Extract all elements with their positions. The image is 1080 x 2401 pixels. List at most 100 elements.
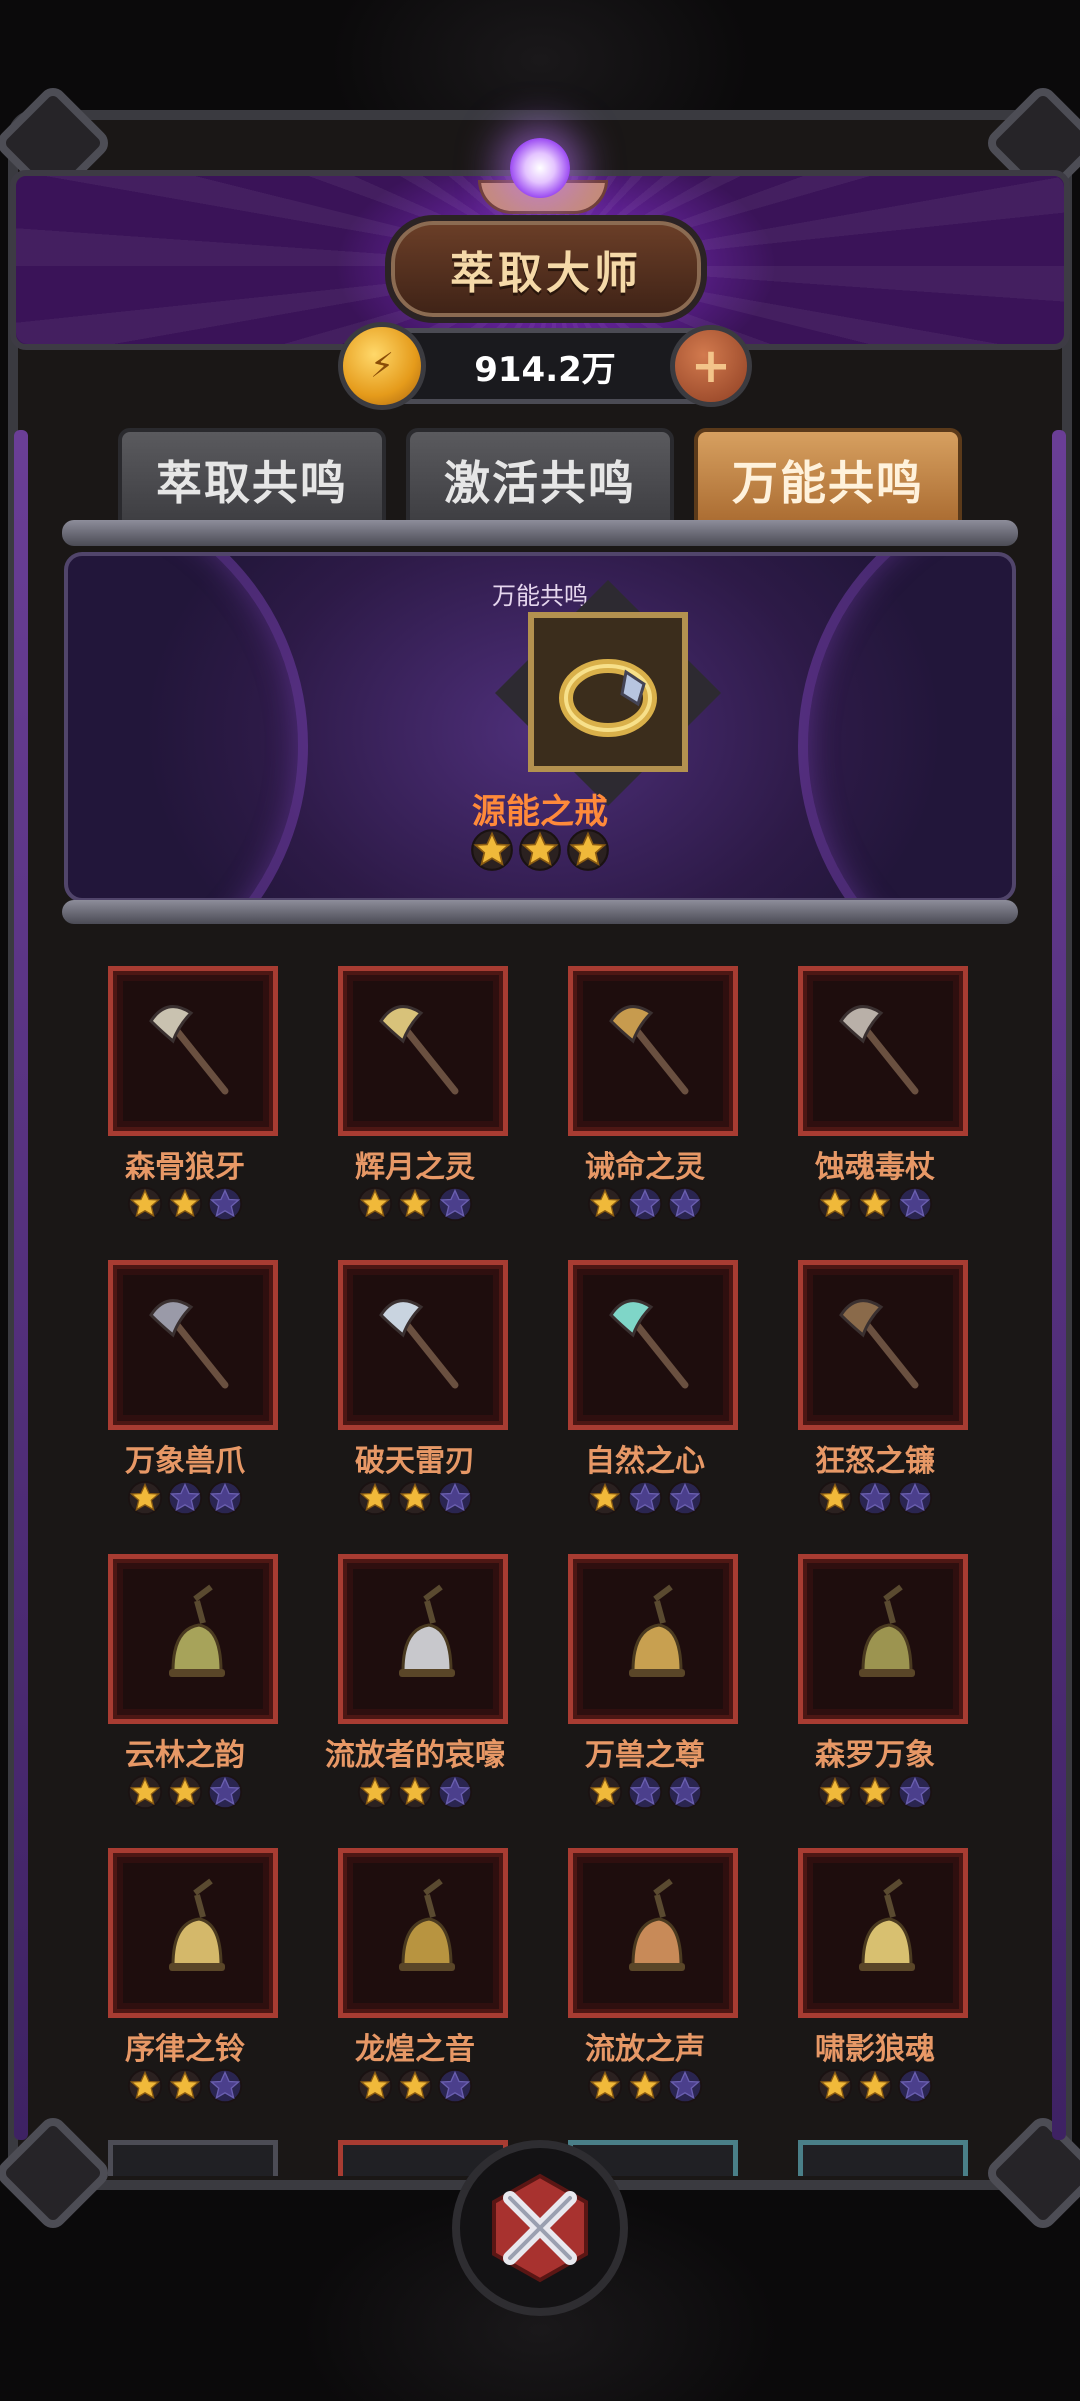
item-card[interactable]: 龙煌之音 <box>300 1832 530 2126</box>
item-slot[interactable] <box>338 1260 508 1430</box>
item-card[interactable]: 自然之心 <box>530 1244 760 1538</box>
item-card[interactable]: 辉月之灵 <box>300 950 530 1244</box>
tab-bar: 萃取共鸣 激活共鸣 万能共鸣 <box>118 428 962 532</box>
ring-icon <box>559 659 657 737</box>
star-filled-icon <box>397 1186 433 1222</box>
item-card[interactable]: 破天雷刃 <box>300 1244 530 1538</box>
item-card[interactable]: 万兽之尊 <box>530 1538 760 1832</box>
star-empty-icon <box>897 1186 933 1222</box>
tab-extract-resonance[interactable]: 萃取共鸣 <box>118 428 386 532</box>
star-filled-icon <box>397 1480 433 1516</box>
item-card[interactable]: 蚀魂毒杖 <box>760 950 990 1244</box>
item-card[interactable]: 森骨狼牙 <box>70 950 300 1244</box>
item-stars <box>760 2068 990 2104</box>
item-slot[interactable] <box>798 1554 968 1724</box>
featured-stars <box>68 828 1012 872</box>
item-stars <box>300 1186 530 1222</box>
star-filled-icon <box>587 1186 623 1222</box>
tab-universal-resonance[interactable]: 万能共鸣 <box>694 428 962 532</box>
featured-item-slot[interactable] <box>528 612 688 772</box>
featured-item-name: 源能之戒 <box>472 792 608 832</box>
item-card[interactable]: 流放者的哀嚎 <box>300 1538 530 1832</box>
item-stars <box>530 1774 760 1810</box>
item-stars <box>760 1774 990 1810</box>
star-empty-icon <box>437 2068 473 2104</box>
scythe-icon <box>839 1299 919 1389</box>
item-stars <box>300 1480 530 1516</box>
item-name: 辉月之灵 <box>355 1150 475 1185</box>
item-name: 云林之韵 <box>125 1738 245 1773</box>
bone-axe-icon <box>149 1005 229 1095</box>
star-empty-icon <box>897 1774 933 1810</box>
star-filled-icon <box>127 1480 163 1516</box>
item-slot[interactable] <box>108 1260 278 1430</box>
star-filled-icon <box>127 2068 163 2104</box>
item-card[interactable]: 序律之铃 <box>70 1832 300 2126</box>
item-slot[interactable] <box>338 966 508 1136</box>
star-empty-icon <box>897 2068 933 2104</box>
dragon-bell-icon <box>399 1878 455 1971</box>
star-empty-icon <box>437 1480 473 1516</box>
item-card[interactable]: 云林之韵 <box>70 1538 300 1832</box>
item-card[interactable]: 万象兽爪 <box>70 1244 300 1538</box>
item-stars <box>530 2068 760 2104</box>
add-currency-button[interactable]: + <box>670 325 752 407</box>
star-empty-icon <box>667 1480 703 1516</box>
order-bell-icon <box>169 1878 225 1971</box>
item-grid: 森骨狼牙 辉月之灵 诫命之灵 蚀魂毒杖万象兽爪 破天雷刃 自然之心 狂怒之镰云林之韵 流放者的… <box>70 950 1010 2126</box>
star-empty-icon <box>667 1774 703 1810</box>
star-empty-icon <box>667 2068 703 2104</box>
tab-activate-resonance[interactable]: 激活共鸣 <box>406 428 674 532</box>
item-stars <box>760 1480 990 1516</box>
star-empty-icon <box>167 1480 203 1516</box>
star-filled-icon <box>587 2068 623 2104</box>
star-empty-icon <box>207 2068 243 2104</box>
item-slot[interactable] <box>568 966 738 1136</box>
item-card[interactable]: 流放之声 <box>530 1832 760 2126</box>
star-filled-icon <box>587 1774 623 1810</box>
star-empty-icon <box>207 1186 243 1222</box>
star-filled-icon <box>357 1774 393 1810</box>
star-empty-icon <box>207 1480 243 1516</box>
item-slot[interactable] <box>568 1260 738 1430</box>
divider-top <box>62 520 1018 546</box>
star-filled-icon <box>357 1480 393 1516</box>
title-plate: 萃取大师 <box>385 215 707 323</box>
page-title: 萃取大师 <box>450 248 642 299</box>
close-button[interactable] <box>452 2140 628 2316</box>
item-slot[interactable] <box>798 1260 968 1430</box>
item-stars <box>300 2068 530 2104</box>
star-empty-icon <box>627 1186 663 1222</box>
star-empty-icon <box>437 1186 473 1222</box>
star-filled-icon <box>817 1186 853 1222</box>
item-slot[interactable] <box>798 1848 968 2018</box>
item-card[interactable]: 诫命之灵 <box>530 950 760 1244</box>
item-card[interactable]: 狂怒之镰 <box>760 1244 990 1538</box>
item-name: 万象兽爪 <box>125 1444 245 1479</box>
item-slot[interactable] <box>338 1848 508 2018</box>
currency-amount: 914.2万 <box>474 349 616 390</box>
star-filled-icon <box>397 2068 433 2104</box>
star-filled-icon <box>817 2068 853 2104</box>
item-card[interactable]: 森罗万象 <box>760 1538 990 1832</box>
item-slot[interactable] <box>798 966 968 1136</box>
star-filled-icon <box>127 1186 163 1222</box>
skull-staff-icon <box>839 1005 919 1095</box>
featured-panel: 万能共鸣 源能之戒 <box>64 552 1016 902</box>
item-slot[interactable] <box>108 966 278 1136</box>
left-side-bar <box>14 430 28 2140</box>
wolf-bell-icon <box>859 1878 915 1971</box>
star-filled-icon <box>519 829 561 871</box>
item-card[interactable]: 啸影狼魂 <box>760 1832 990 2126</box>
item-slot[interactable] <box>108 1848 278 2018</box>
star-filled-icon <box>857 1186 893 1222</box>
item-slot[interactable] <box>108 1554 278 1724</box>
star-empty-icon <box>437 1774 473 1810</box>
star-filled-icon <box>167 1774 203 1810</box>
item-slot[interactable] <box>338 1554 508 1724</box>
item-slot[interactable] <box>568 1554 738 1724</box>
item-stars <box>70 1186 300 1222</box>
item-name: 流放者的哀嚎 <box>325 1738 505 1773</box>
nature-staff-icon <box>609 1299 689 1389</box>
item-slot[interactable] <box>568 1848 738 2018</box>
